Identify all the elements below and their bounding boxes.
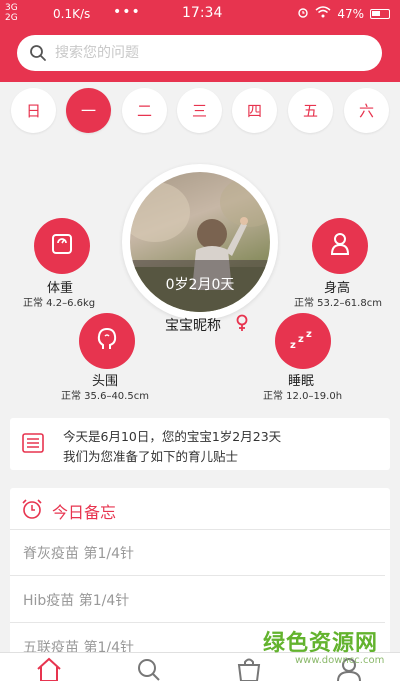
head-icon — [94, 326, 120, 356]
weekday-mon[interactable]: 一 — [66, 88, 111, 133]
network-indicator: 3G 2G — [5, 3, 18, 23]
battery-icon — [370, 8, 390, 19]
scale-icon — [49, 231, 75, 261]
baby-avatar[interactable]: 0岁2月0天 — [122, 164, 278, 320]
weekday-fri[interactable]: 五 — [288, 88, 333, 133]
weekday-wed[interactable]: 三 — [177, 88, 222, 133]
search-icon — [29, 44, 47, 66]
weekday-selector: 日 一 二 三 四 五 六 — [0, 88, 400, 138]
app-header: 3G 2G 0.1K/s ••• 17:34 47% — [0, 0, 400, 82]
height-range: 正常 53.2–61.8cm — [294, 298, 382, 309]
network-2g: 2G — [5, 13, 18, 23]
search-input[interactable] — [55, 43, 355, 63]
female-icon — [236, 314, 248, 336]
parenting-tips-card[interactable]: 今天是6月10日，您的宝宝1岁2月23天 我们为您准备了如下的育儿贴士 — [10, 418, 390, 470]
tips-line-2: 我们为您准备了如下的育儿贴士 — [63, 449, 239, 464]
search-tab-icon[interactable] — [136, 657, 162, 681]
svg-text:z: z — [298, 334, 304, 345]
baby-photo: 0岁2月0天 — [130, 172, 270, 312]
network-3g: 3G — [5, 3, 18, 13]
weight-button[interactable] — [34, 218, 90, 274]
baby-nickname[interactable]: 宝宝昵称 — [165, 315, 221, 335]
memo-title: 今日备忘 — [52, 503, 117, 522]
home-icon[interactable] — [36, 657, 62, 681]
memo-item[interactable]: Hib疫苗 第1/4针 — [10, 577, 385, 623]
search-bar[interactable] — [17, 35, 382, 71]
baby-age: 0岁2月0天 — [165, 277, 235, 293]
watermark-url: www.downcc.com — [295, 655, 385, 666]
status-right: 47% — [297, 6, 390, 21]
person-icon — [327, 231, 353, 261]
status-bar: 3G 2G 0.1K/s ••• 17:34 47% — [0, 0, 400, 28]
watermark-title: 绿色资源网 — [263, 631, 379, 656]
weekday-thu[interactable]: 四 — [232, 88, 277, 133]
svg-text:z: z — [290, 340, 296, 350]
memo-item-text: Hib疫苗 第1/4针 — [23, 593, 130, 609]
status-dots: ••• — [113, 4, 141, 20]
sleep-button[interactable]: zzz — [275, 313, 331, 369]
memo-item[interactable]: 脊灰疫苗 第1/4针 — [10, 530, 385, 576]
alarm-icon — [297, 6, 309, 21]
weekday-tue[interactable]: 二 — [122, 88, 167, 133]
shopping-bag-icon[interactable] — [236, 657, 262, 681]
status-time: 17:34 — [182, 5, 223, 21]
wifi-icon — [315, 6, 331, 21]
weekday-sat[interactable]: 六 — [344, 88, 389, 133]
svg-text:z: z — [306, 329, 312, 340]
weekday-sun[interactable]: 日 — [11, 88, 56, 133]
head-button[interactable] — [79, 313, 135, 369]
document-icon — [22, 433, 44, 457]
head-range: 正常 35.6–40.5cm — [61, 391, 149, 402]
network-speed: 0.1K/s — [53, 7, 91, 21]
battery-percent: 47% — [337, 6, 364, 21]
height-button[interactable] — [312, 218, 368, 274]
memo-item-text: 脊灰疫苗 第1/4针 — [23, 546, 134, 562]
watermark: 绿色资源网 www.downcc.com — [263, 625, 385, 673]
weight-range: 正常 4.2–6.6kg — [23, 298, 96, 309]
sleep-range: 正常 12.0–19.0h — [263, 391, 343, 402]
alarm-clock-icon — [21, 498, 43, 524]
memo-header: 今日备忘 — [10, 488, 390, 530]
tips-line-1: 今天是6月10日，您的宝宝1岁2月23天 — [63, 429, 282, 444]
sleep-icon: zzz — [289, 328, 317, 354]
